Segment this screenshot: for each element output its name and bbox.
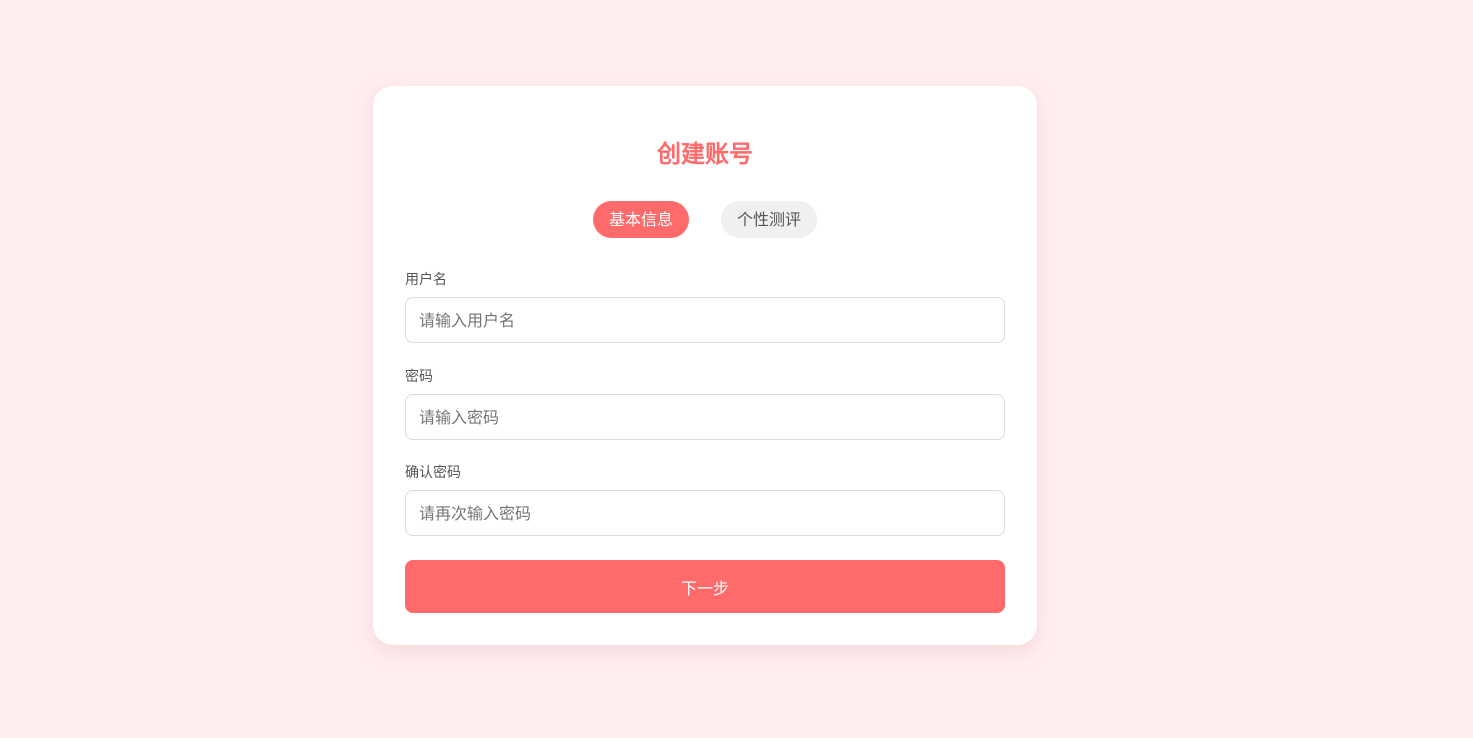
tab-basic-info[interactable]: 基本信息 [593, 201, 689, 238]
step-tabs: 基本信息 个性测评 [373, 201, 1037, 238]
password-label: 密码 [405, 369, 433, 385]
tab-personality-test[interactable]: 个性测评 [721, 201, 817, 238]
username-input[interactable] [405, 297, 1005, 343]
signup-card: 创建账号 基本信息 个性测评 用户名 密码 确认密码 下一步 [373, 86, 1037, 645]
next-button[interactable]: 下一步 [405, 560, 1005, 613]
username-label: 用户名 [405, 272, 447, 288]
page-title: 创建账号 [657, 140, 753, 168]
confirm-password-label: 确认密码 [405, 465, 461, 481]
password-input[interactable] [405, 394, 1005, 440]
confirm-password-input[interactable] [405, 490, 1005, 536]
